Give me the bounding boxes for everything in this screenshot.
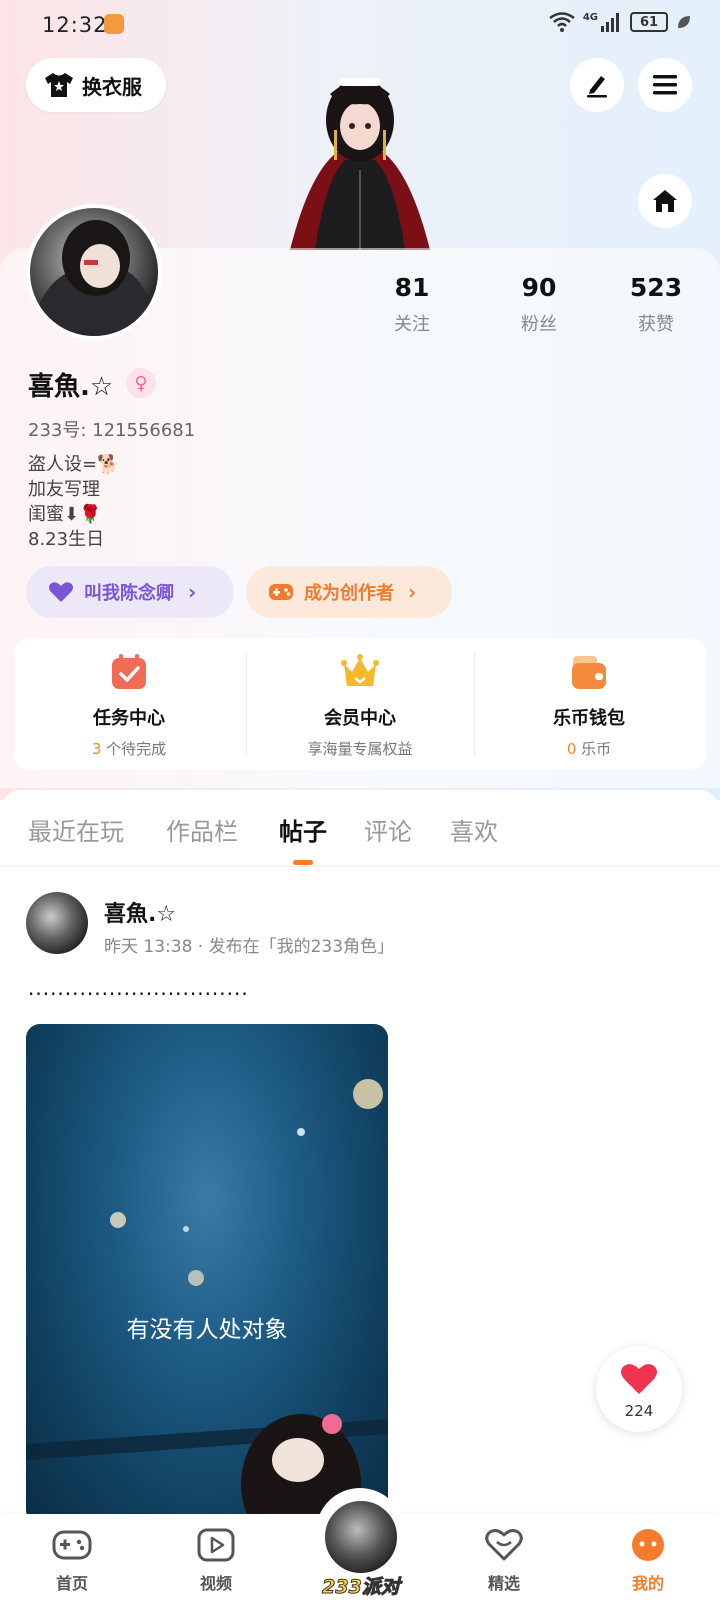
nav-home[interactable]: 首页 <box>27 1528 117 1594</box>
gender-female-icon: ♀ <box>126 368 156 398</box>
stat-following[interactable]: 81 关注 <box>357 273 467 336</box>
gamepad-icon <box>52 1530 92 1560</box>
heart-icon <box>621 1364 657 1394</box>
like-button[interactable]: 224 <box>596 1346 682 1432</box>
profile-bio: 盗人设=🐕 加友写理 闺蜜⬇🌹 8.23生日 <box>28 452 120 552</box>
tab-comments[interactable]: 评论 <box>364 812 412 847</box>
clock: 12:32 <box>42 13 108 37</box>
member-center-subtitle: 享海量专属权益 <box>307 740 413 758</box>
divider <box>0 866 720 867</box>
bio-line: 盗人设=🐕 <box>28 454 120 475</box>
task-count: 3 <box>91 740 102 758</box>
signal-icon <box>601 13 619 32</box>
user-id[interactable]: 233号: 121556681 <box>28 416 195 442</box>
stat-likes[interactable]: 523 获赞 <box>601 273 711 336</box>
avatar-portrait <box>30 220 158 336</box>
member-center-shortcut[interactable]: 会员中心 享海量专属权益 <box>245 638 475 770</box>
network-label: 4G <box>582 12 598 23</box>
wallet-shortcut[interactable]: 乐币钱包 0 乐币 <box>474 638 704 770</box>
member-center-title: 会员中心 <box>324 708 396 729</box>
hamburger-icon <box>653 75 677 95</box>
task-center-subtitle: 3 个待完成 <box>14 738 244 759</box>
nickname-pill-button[interactable]: 叫我陈念卿 › <box>26 566 234 618</box>
wallet-icon <box>572 656 606 689</box>
shortcut-card: 任务中心 3 个待完成 会员中心 享海量专属权益 乐币钱包 0 乐币 <box>14 638 706 770</box>
bio-line: 加友写理 <box>28 479 100 500</box>
shirt-icon <box>45 73 73 97</box>
nav-featured[interactable]: 精选 <box>459 1528 549 1594</box>
likes-count: 523 <box>629 273 683 302</box>
likes-label: 获赞 <box>638 314 674 335</box>
edit-button[interactable] <box>570 58 624 112</box>
leaf-icon <box>678 16 690 28</box>
stat-fans[interactable]: 90 粉丝 <box>484 273 594 336</box>
post-author-avatar[interactable] <box>26 892 88 954</box>
pencil-icon <box>587 76 607 98</box>
status-bar: 12:32 4G 61 <box>0 0 720 50</box>
gamepad-icon <box>269 584 293 600</box>
change-outfit-button[interactable]: 换衣服 <box>26 58 166 112</box>
profile-username: 喜魚.☆ <box>28 372 114 402</box>
tab-recently-played[interactable]: 最近在玩 <box>28 812 124 847</box>
task-center-title: 任务中心 <box>93 708 165 729</box>
menu-button[interactable] <box>638 58 692 112</box>
nav-featured-label: 精选 <box>487 1574 520 1593</box>
task-center-shortcut[interactable]: 任务中心 3 个待完成 <box>14 638 244 770</box>
task-pending-label: 个待完成 <box>106 740 167 758</box>
nickname-pill-label: 叫我陈念卿 <box>84 583 174 604</box>
crown-icon <box>341 654 379 686</box>
status-icons: 4G 61 <box>549 12 692 32</box>
post-image-illustration <box>26 1079 388 1524</box>
active-tab-indicator <box>293 860 313 865</box>
calendar-check-icon <box>112 654 146 689</box>
chevron-right-icon: › <box>408 580 417 604</box>
app-notification-icon <box>104 14 124 34</box>
heart-outline-icon <box>485 1529 523 1561</box>
home-button[interactable] <box>638 174 692 228</box>
wallet-title: 乐币钱包 <box>553 708 625 729</box>
become-creator-button[interactable]: 成为创作者 › <box>246 566 452 618</box>
tab-posts[interactable]: 帖子 <box>279 812 327 847</box>
nav-me[interactable]: 我的 <box>603 1528 693 1594</box>
heart-icon <box>49 582 73 602</box>
house-icon <box>653 190 677 212</box>
chevron-right-icon: › <box>188 580 197 604</box>
nav-video-label: 视频 <box>199 1574 232 1593</box>
coin-label: 乐币 <box>581 740 612 758</box>
wifi-icon <box>549 12 575 32</box>
post-image-caption: 有没有人处对象 <box>126 1317 288 1343</box>
party-label[interactable]: 233派对 <box>318 1572 404 1599</box>
nav-home-label: 首页 <box>55 1574 88 1593</box>
post-author-name[interactable]: 喜魚.☆ <box>104 896 176 928</box>
profile-page: 12:32 4G 61 换衣服 81 关注 90 粉丝 523 获赞 喜魚.☆ … <box>0 0 720 1612</box>
nav-video[interactable]: 视频 <box>171 1528 261 1594</box>
like-count: 224 <box>624 1402 654 1420</box>
following-label: 关注 <box>394 314 430 335</box>
become-creator-label: 成为创作者 <box>304 583 394 604</box>
post-meta: 昨天 13:38 · 发布在「我的233角色」 <box>104 937 395 957</box>
bio-line: 闺蜜⬇🌹 <box>28 504 102 525</box>
bio-line: 8.23生日 <box>28 529 105 550</box>
post-text[interactable]: .............................. <box>28 976 249 1000</box>
avatar-character-illustration[interactable] <box>270 60 450 250</box>
fans-count: 90 <box>521 273 557 302</box>
following-count: 81 <box>394 273 430 302</box>
tab-likes[interactable]: 喜欢 <box>450 812 498 847</box>
coin-count: 0 <box>566 740 577 758</box>
face-icon <box>632 1529 664 1561</box>
tab-works[interactable]: 作品栏 <box>166 812 238 847</box>
party-avatar-button[interactable] <box>322 1498 400 1576</box>
battery-indicator: 61 <box>630 12 668 32</box>
play-video-icon <box>197 1528 235 1562</box>
fans-label: 粉丝 <box>521 314 557 335</box>
avatar[interactable] <box>26 204 162 340</box>
wallet-subtitle: 0 乐币 <box>474 738 704 759</box>
nav-me-label: 我的 <box>631 1574 664 1593</box>
change-outfit-label: 换衣服 <box>82 74 142 99</box>
post-image[interactable]: 有没有人处对象 <box>26 1024 388 1524</box>
